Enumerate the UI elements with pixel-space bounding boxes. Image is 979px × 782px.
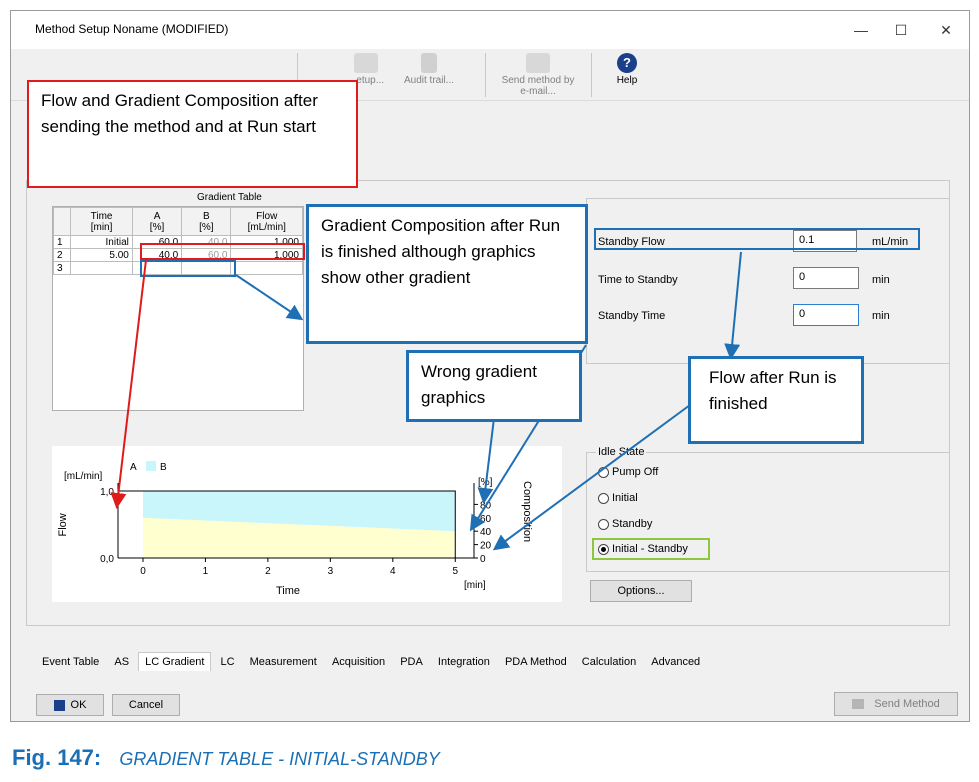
annotation-blue-composition: Gradient Composition after Run is finish…: [306, 204, 588, 344]
figure-title: GRADIENT TABLE - INITIAL-STANDBY: [119, 749, 440, 769]
arrow-standby-flow: [724, 251, 742, 360]
arrow-wrong-graphics: [477, 409, 496, 504]
arrow-flow-after-run: [492, 404, 691, 551]
figure-number: Fig. 147:: [12, 745, 102, 770]
annotation-blue-flow-after-run: Flow after Run is finished: [688, 356, 864, 444]
arrow-final-composition: [235, 274, 304, 321]
annotation-blue-wrong-graphics: Wrong gradient graphics: [406, 350, 582, 422]
figure-caption: Fig. 147: GRADIENT TABLE - INITIAL-STAND…: [12, 745, 440, 771]
arrow-initial-to-chart: [110, 259, 147, 509]
annotation-red: Flow and Gradient Composition after send…: [27, 80, 358, 188]
